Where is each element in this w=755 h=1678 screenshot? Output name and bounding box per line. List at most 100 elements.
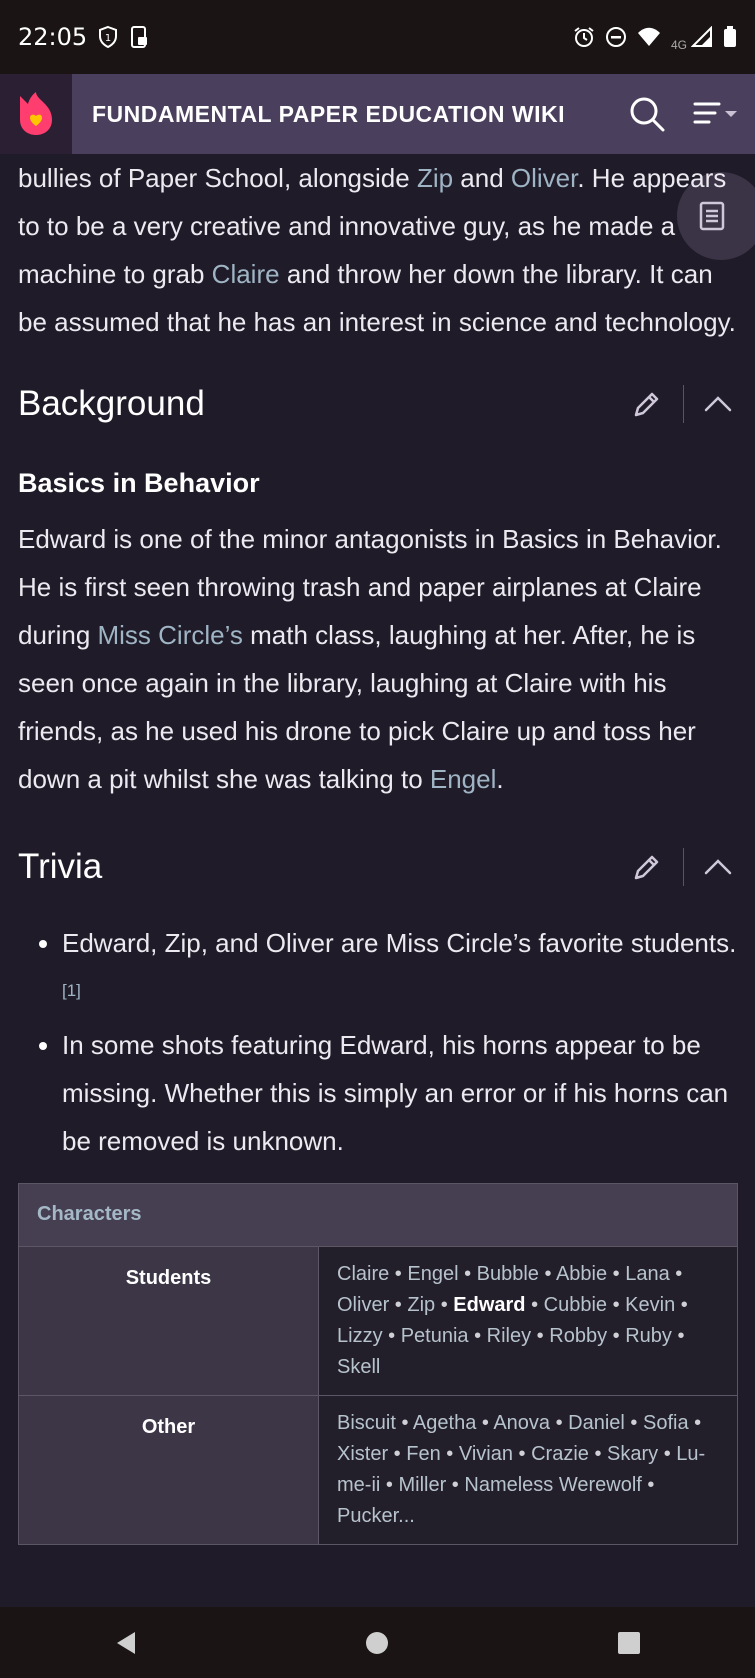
- navbox-link[interactable]: Cubbie: [544, 1294, 607, 1316]
- navbox-link[interactable]: Crazie: [531, 1443, 589, 1465]
- navbox-link[interactable]: Kevin: [625, 1294, 675, 1316]
- navbox-link[interactable]: Anova: [493, 1412, 550, 1434]
- navbox-link[interactable]: Ruby: [625, 1325, 672, 1347]
- navbox-link[interactable]: Abbie: [556, 1263, 607, 1285]
- phone-screen-icon: [129, 25, 149, 49]
- navbox-title[interactable]: Characters: [19, 1183, 737, 1247]
- navbox-link[interactable]: Edward: [453, 1294, 525, 1316]
- navbox-link[interactable]: Pucker...: [337, 1505, 415, 1527]
- separator-dot: •: [389, 1293, 408, 1316]
- wiki-title[interactable]: FUNDAMENTAL PAPER EDUCATION WIKI: [92, 101, 623, 128]
- navbox-link[interactable]: Riley: [487, 1325, 531, 1347]
- subsection-title: Basics in Behavior: [18, 468, 260, 498]
- pencil-icon: [634, 392, 659, 417]
- chevron-up-icon: [704, 859, 732, 875]
- svg-text:1: 1: [105, 33, 111, 44]
- separator-dot: •: [607, 1293, 626, 1316]
- section-header-trivia: Trivia: [18, 837, 738, 897]
- list-item: In some shots featuring Edward, his horn…: [62, 1021, 738, 1165]
- separator-dot: •: [688, 1411, 702, 1434]
- background-paragraph: Edward is one of the minor antagonists i…: [18, 515, 738, 803]
- navbox-link[interactable]: Xister: [337, 1443, 388, 1465]
- navbox-link[interactable]: Daniel: [568, 1412, 625, 1434]
- navbox-link[interactable]: Oliver: [337, 1294, 389, 1316]
- article-content: bullies of Paper School, alongside Zip a…: [18, 154, 738, 1545]
- navbox-link[interactable]: Lizzy: [337, 1325, 383, 1347]
- navbox-list: Biscuit • Agetha • Anova • Daniel • Sofi…: [319, 1395, 737, 1544]
- search-icon: [630, 97, 665, 132]
- navbox-link[interactable]: Agetha: [413, 1412, 476, 1434]
- navbox-group-label: Students: [19, 1246, 319, 1395]
- menu-button[interactable]: [689, 90, 745, 138]
- separator-dot: •: [525, 1293, 544, 1316]
- separator-dot: •: [658, 1442, 677, 1465]
- status-bar: 22:05 1 4G: [0, 0, 755, 74]
- separator-dot: •: [588, 1442, 608, 1465]
- navbox-link[interactable]: Skary: [607, 1443, 658, 1465]
- navbox-link[interactable]: Petunia: [401, 1325, 469, 1347]
- reference-link[interactable]: [1]: [62, 981, 81, 1000]
- separator-dot: •: [671, 1324, 685, 1347]
- navbox-link[interactable]: Robby: [549, 1325, 607, 1347]
- navbox-row: Other Biscuit • Agetha • Anova • Daniel …: [19, 1395, 737, 1544]
- home-button[interactable]: [357, 1623, 397, 1663]
- link-zip[interactable]: Zip: [417, 163, 453, 193]
- separator-dot: •: [512, 1442, 532, 1465]
- divider: [683, 385, 684, 423]
- back-icon: [116, 1631, 135, 1654]
- separator-dot: •: [440, 1442, 459, 1465]
- navbox-link[interactable]: Skell: [337, 1356, 380, 1378]
- collapse-section-button[interactable]: [698, 384, 738, 424]
- navbox-link[interactable]: Vivian: [459, 1443, 513, 1465]
- search-button[interactable]: [623, 90, 671, 138]
- separator-dot: •: [538, 1262, 556, 1285]
- link-miss-circle[interactable]: Miss Circle’s: [98, 620, 243, 650]
- recents-button[interactable]: [609, 1623, 649, 1663]
- navbox-link[interactable]: Sofia: [643, 1412, 689, 1434]
- separator-dot: •: [389, 1262, 408, 1285]
- navbox-link[interactable]: Engel: [407, 1263, 458, 1285]
- navbox-link[interactable]: Lana: [625, 1263, 670, 1285]
- separator-dot: •: [380, 1473, 399, 1496]
- edit-section-button[interactable]: [625, 382, 669, 426]
- wiki-header: FUNDAMENTAL PAPER EDUCATION WIKI: [0, 74, 755, 154]
- separator-dot: •: [675, 1293, 688, 1316]
- recents-icon: [618, 1631, 641, 1654]
- back-button[interactable]: [106, 1623, 146, 1663]
- navbox-link[interactable]: Fen: [406, 1443, 440, 1465]
- wifi-icon: [637, 27, 661, 47]
- navbox-link[interactable]: Biscuit: [337, 1412, 396, 1434]
- wiki-logo[interactable]: [0, 74, 72, 154]
- separator-dot: •: [382, 1324, 401, 1347]
- section-title: Trivia: [18, 847, 103, 886]
- separator-dot: •: [435, 1293, 454, 1316]
- separator-dot: •: [550, 1411, 569, 1434]
- characters-navbox: Characters Students Claire • Engel • Bub…: [18, 1182, 738, 1545]
- section-header-background: Background: [18, 374, 738, 434]
- navbox-group-label: Other: [19, 1395, 319, 1544]
- list-item: Edward, Zip, and Oliver are Miss Circle’…: [62, 919, 738, 1021]
- link-oliver[interactable]: Oliver: [511, 163, 577, 193]
- navbox-link[interactable]: Claire: [337, 1263, 389, 1285]
- divider: [683, 848, 684, 886]
- separator-dot: •: [468, 1324, 487, 1347]
- navbox-link[interactable]: Bubble: [477, 1263, 539, 1285]
- navbox-row: Students Claire • Engel • Bubble • Abbie…: [19, 1246, 737, 1396]
- fandom-flame-icon: [20, 92, 52, 135]
- edit-section-button[interactable]: [625, 845, 669, 889]
- battery-icon: [723, 26, 737, 48]
- separator-dot: •: [446, 1473, 465, 1496]
- text: .: [496, 764, 504, 794]
- menu-icon: [693, 102, 737, 124]
- navbox-link[interactable]: Zip: [407, 1294, 435, 1316]
- navbox-link[interactable]: Miller: [398, 1474, 446, 1496]
- navbox-link[interactable]: Nameless Werewolf: [464, 1474, 641, 1496]
- separator-dot: •: [395, 1411, 413, 1434]
- separator-dot: •: [641, 1473, 655, 1496]
- list-item-text: Edward, Zip, and Oliver are Miss Circle’…: [62, 928, 737, 958]
- separator-dot: •: [669, 1262, 683, 1285]
- link-claire[interactable]: Claire: [212, 259, 280, 289]
- link-engel[interactable]: Engel: [430, 764, 497, 794]
- collapse-section-button[interactable]: [698, 847, 738, 887]
- separator-dot: •: [607, 1324, 626, 1347]
